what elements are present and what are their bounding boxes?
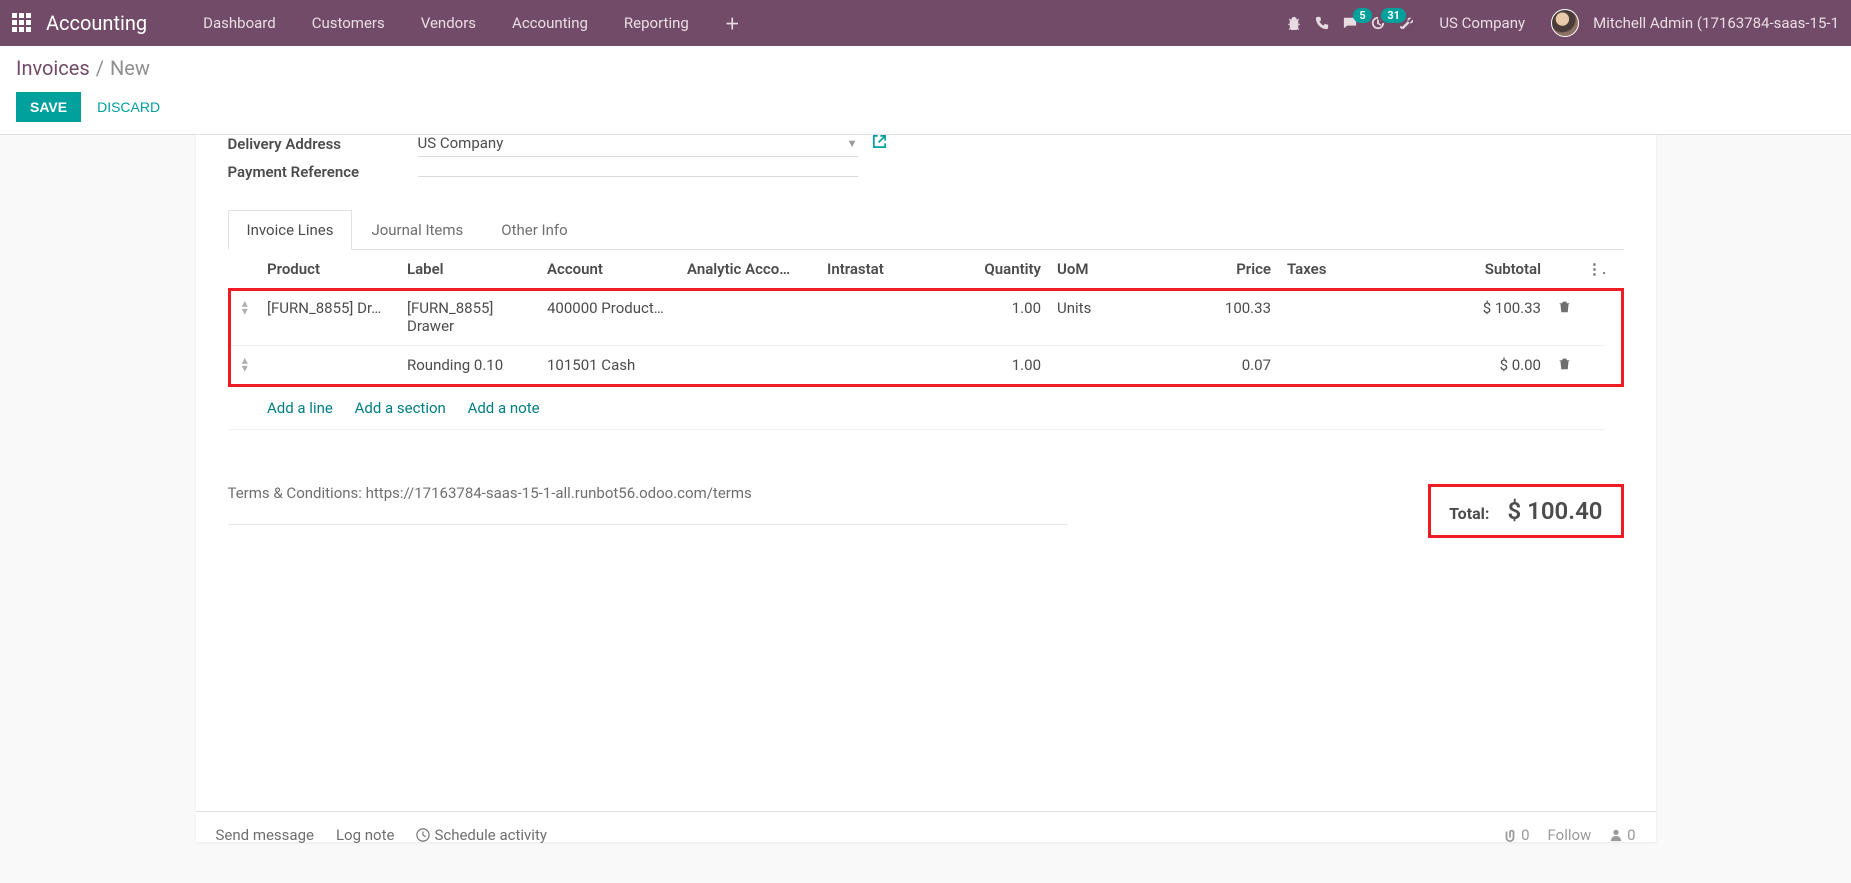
dropdown-caret-icon[interactable]: ▼ — [847, 137, 858, 150]
table-row[interactable]: ▴▾ Rounding 0.10 101501 Cash 1.00 0.07 $… — [229, 346, 1622, 386]
app-name[interactable]: Accounting — [46, 11, 147, 35]
menu-dashboard[interactable]: Dashboard — [185, 14, 294, 32]
chat-icon[interactable]: 5 — [1343, 16, 1357, 30]
cell-taxes[interactable] — [1279, 289, 1399, 346]
cell-price[interactable]: 0.07 — [1169, 346, 1279, 386]
th-taxes[interactable]: Taxes — [1279, 250, 1399, 289]
cell-intrastat[interactable] — [819, 346, 949, 386]
breadcrumb-root[interactable]: Invoices — [16, 56, 90, 80]
th-analytic[interactable]: Analytic Acco… — [679, 250, 819, 289]
payment-reference-field[interactable] — [418, 168, 858, 177]
cell-product[interactable]: [FURN_8855] Dr… — [259, 289, 399, 346]
tools-icon[interactable] — [1399, 16, 1413, 30]
breadcrumb-current: New — [110, 56, 150, 80]
form-wrapper: United States Delivery Address US Compan… — [0, 135, 1851, 872]
cell-uom[interactable]: Units — [1049, 289, 1169, 346]
cell-label[interactable]: Rounding 0.10 — [399, 346, 539, 386]
th-uom[interactable]: UoM — [1049, 250, 1169, 289]
cell-product[interactable] — [259, 346, 399, 386]
cell-quantity[interactable]: 1.00 — [949, 346, 1049, 386]
total-amount: $ 100.40 — [1507, 497, 1602, 525]
row-delete-icon[interactable] — [1549, 289, 1579, 346]
schedule-activity-button[interactable]: Schedule activity — [416, 826, 547, 844]
row-delete-icon[interactable] — [1549, 346, 1579, 386]
user-menu[interactable]: Mitchell Admin (17163784-saas-15-1 — [1593, 14, 1839, 32]
systray: 5 31 US Company Mitchell Admin (17163784… — [1287, 9, 1839, 37]
payment-reference-label: Payment Reference — [228, 163, 418, 181]
cell-analytic[interactable] — [679, 346, 819, 386]
total-label: Total: — [1449, 504, 1489, 523]
th-subtotal[interactable]: Subtotal — [1399, 250, 1549, 289]
breadcrumb-sep: / — [96, 56, 104, 80]
th-quantity[interactable]: Quantity — [949, 250, 1049, 289]
add-section-link[interactable]: Add a section — [355, 399, 446, 417]
apps-icon[interactable] — [12, 13, 32, 33]
menu-add-icon[interactable]: ＋ — [707, 13, 758, 34]
optional-columns-icon[interactable]: ⋮ — [1579, 250, 1605, 289]
add-line-link[interactable]: Add a line — [267, 399, 333, 417]
phone-icon[interactable] — [1315, 16, 1329, 30]
add-note-link[interactable]: Add a note — [468, 399, 540, 417]
menu-customers[interactable]: Customers — [294, 14, 403, 32]
attachments-count[interactable]: 0 — [1503, 826, 1529, 844]
th-label[interactable]: Label — [399, 250, 539, 289]
company-switcher[interactable]: US Company — [1427, 14, 1537, 32]
menu-accounting[interactable]: Accounting — [494, 14, 606, 32]
table-actions-row: Add a line Add a section Add a note — [229, 386, 1622, 430]
cell-account[interactable]: 400000 Product… — [539, 289, 679, 346]
th-account[interactable]: Account — [539, 250, 679, 289]
avatar[interactable] — [1551, 9, 1579, 37]
cell-taxes[interactable] — [1279, 346, 1399, 386]
delivery-address-label: Delivery Address — [228, 135, 418, 153]
breadcrumb: Invoices / New — [16, 56, 1835, 80]
cell-label[interactable]: [FURN_8855] Drawer — [399, 289, 539, 346]
cell-account[interactable]: 101501 Cash — [539, 346, 679, 386]
th-intrastat[interactable]: Intrastat — [819, 250, 949, 289]
terms-text[interactable]: Terms & Conditions: https://17163784-saa… — [228, 484, 1068, 525]
top-nav: Accounting Dashboard Customers Vendors A… — [0, 0, 1851, 46]
cell-analytic[interactable] — [679, 289, 819, 346]
top-menu: Dashboard Customers Vendors Accounting R… — [185, 13, 758, 34]
row-handle-icon[interactable]: ▴▾ — [229, 346, 259, 386]
tabs: Invoice Lines Journal Items Other Info — [228, 209, 1624, 250]
cell-intrastat[interactable] — [819, 289, 949, 346]
control-panel: Invoices / New SAVE DISCARD — [0, 46, 1851, 135]
table-row[interactable]: ▴▾ [FURN_8855] Dr… [FURN_8855] Drawer 40… — [229, 289, 1622, 346]
clock-icon[interactable]: 31 — [1371, 16, 1385, 30]
send-message-button[interactable]: Send message — [216, 826, 314, 844]
bug-icon[interactable] — [1287, 16, 1301, 30]
followers-count[interactable]: 0 — [1609, 826, 1635, 844]
log-note-button[interactable]: Log note — [336, 826, 394, 844]
form-sheet: United States Delivery Address US Compan… — [196, 135, 1656, 842]
cell-price[interactable]: 100.33 — [1169, 289, 1279, 346]
invoice-lines-table: Product Label Account Analytic Acco… Int… — [228, 250, 1624, 430]
menu-reporting[interactable]: Reporting — [606, 14, 707, 32]
chatter: Send message Log note Schedule activity … — [196, 811, 1656, 844]
cell-uom[interactable] — [1049, 346, 1169, 386]
delivery-address-field[interactable]: US Company ▼ — [418, 135, 858, 157]
external-link-icon[interactable] — [872, 135, 887, 153]
menu-vendors[interactable]: Vendors — [403, 14, 494, 32]
cell-subtotal: $ 100.33 — [1399, 289, 1549, 346]
total-box: Total: $ 100.40 — [1428, 484, 1623, 538]
chat-badge: 5 — [1353, 8, 1371, 23]
follow-button[interactable]: Follow — [1548, 826, 1592, 844]
tab-journal-items[interactable]: Journal Items — [352, 210, 482, 250]
tab-other-info[interactable]: Other Info — [482, 210, 586, 250]
th-price[interactable]: Price — [1169, 250, 1279, 289]
tab-invoice-lines[interactable]: Invoice Lines — [228, 210, 353, 250]
cell-subtotal: $ 0.00 — [1399, 346, 1549, 386]
th-product[interactable]: Product — [259, 250, 399, 289]
cell-quantity[interactable]: 1.00 — [949, 289, 1049, 346]
save-button[interactable]: SAVE — [16, 92, 81, 122]
discard-button[interactable]: DISCARD — [97, 99, 160, 115]
delivery-address-value: US Company — [418, 135, 841, 152]
row-handle-icon[interactable]: ▴▾ — [229, 289, 259, 346]
